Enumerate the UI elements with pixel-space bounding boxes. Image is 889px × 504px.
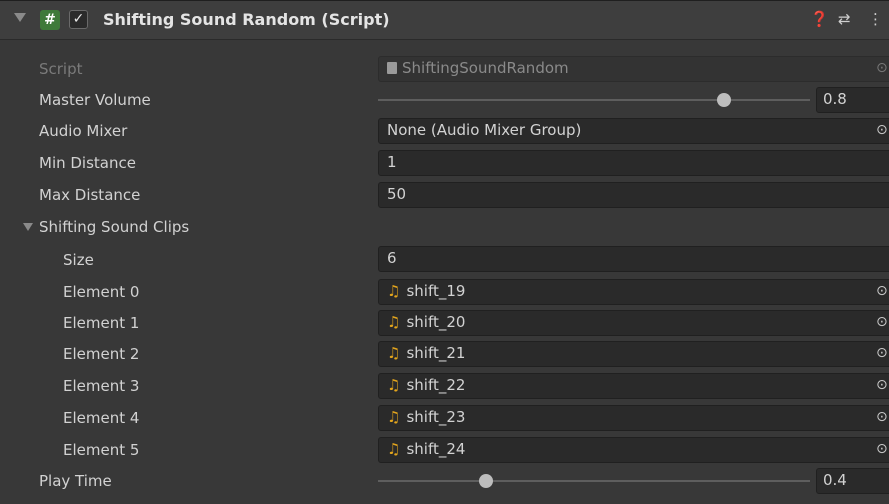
element-value: shift_21	[406, 344, 466, 362]
element-label: Element 2	[63, 345, 140, 363]
object-picker-icon[interactable]: ⊙	[876, 345, 888, 361]
clips-foldout-label[interactable]: Shifting Sound Clips	[39, 218, 189, 236]
object-picker-icon[interactable]: ⊙	[876, 441, 888, 457]
master-volume-slider-track[interactable]	[378, 99, 810, 101]
element-value: shift_24	[406, 440, 466, 458]
script-field: ShiftingSoundRandom	[378, 56, 889, 82]
element-label: Element 1	[63, 314, 140, 332]
audio-mixer-label: Audio Mixer	[39, 122, 128, 140]
element-field[interactable]: ♫ shift_19	[378, 279, 889, 305]
object-picker-icon[interactable]: ⊙	[876, 409, 888, 425]
element-value: shift_20	[406, 313, 466, 331]
enabled-checkbox[interactable]: ✓	[69, 10, 88, 29]
element-field[interactable]: ♫ shift_21	[378, 341, 889, 367]
audio-clip-icon: ♫	[387, 282, 401, 300]
foldout-arrow-icon[interactable]	[14, 13, 26, 22]
audio-clip-icon: ♫	[387, 313, 401, 331]
master-volume-input[interactable]: 0.8	[816, 87, 889, 113]
element-label: Element 5	[63, 441, 140, 459]
element-field[interactable]: ♫ shift_24	[378, 437, 889, 463]
element-label: Element 3	[63, 377, 140, 395]
script-label: Script	[39, 60, 83, 78]
play-time-input[interactable]: 0.4	[816, 468, 889, 494]
object-picker-icon[interactable]: ⊙	[876, 377, 888, 393]
script-value: ShiftingSoundRandom	[402, 59, 569, 77]
script-icon: #	[40, 10, 60, 30]
play-time-slider-track[interactable]	[378, 480, 810, 482]
element-value: shift_19	[406, 282, 466, 300]
min-distance-input[interactable]: 1	[378, 150, 889, 176]
object-picker-icon[interactable]: ⊙	[876, 122, 888, 138]
audio-clip-icon: ♫	[387, 376, 401, 394]
clips-size-input[interactable]: 6	[378, 246, 889, 272]
element-field[interactable]: ♫ shift_22	[378, 373, 889, 399]
audio-mixer-field[interactable]: None (Audio Mixer Group)	[378, 118, 889, 144]
master-volume-slider-thumb[interactable]	[716, 93, 731, 107]
max-distance-input[interactable]: 50	[378, 182, 889, 208]
element-value: shift_22	[406, 376, 466, 394]
object-picker-icon: ⊙	[876, 60, 888, 76]
object-picker-icon[interactable]: ⊙	[876, 283, 888, 299]
clips-size-label: Size	[63, 251, 94, 269]
max-distance-label: Max Distance	[39, 186, 141, 204]
audio-clip-icon: ♫	[387, 408, 401, 426]
element-value: shift_23	[406, 408, 466, 426]
element-label: Element 0	[63, 283, 140, 301]
preset-icon[interactable]: ⇄	[838, 10, 851, 28]
element-field[interactable]: ♫ shift_23	[378, 405, 889, 431]
play-time-slider-thumb[interactable]	[479, 474, 493, 488]
audio-clip-icon: ♫	[387, 440, 401, 458]
help-icon[interactable]: ❓	[810, 10, 829, 28]
script-file-icon	[387, 62, 397, 74]
more-icon[interactable]: ⋮	[868, 10, 883, 28]
element-label: Element 4	[63, 409, 140, 427]
clips-foldout-icon[interactable]	[23, 223, 33, 231]
play-time-label: Play Time	[39, 472, 112, 490]
component-title: Shifting Sound Random (Script)	[103, 10, 390, 29]
component-header[interactable]: # ✓ Shifting Sound Random (Script) ❓ ⇄ ⋮	[0, 0, 889, 40]
audio-clip-icon: ♫	[387, 344, 401, 362]
element-field[interactable]: ♫ shift_20	[378, 310, 889, 336]
min-distance-label: Min Distance	[39, 154, 136, 172]
master-volume-label: Master Volume	[39, 91, 151, 109]
object-picker-icon[interactable]: ⊙	[876, 314, 888, 330]
